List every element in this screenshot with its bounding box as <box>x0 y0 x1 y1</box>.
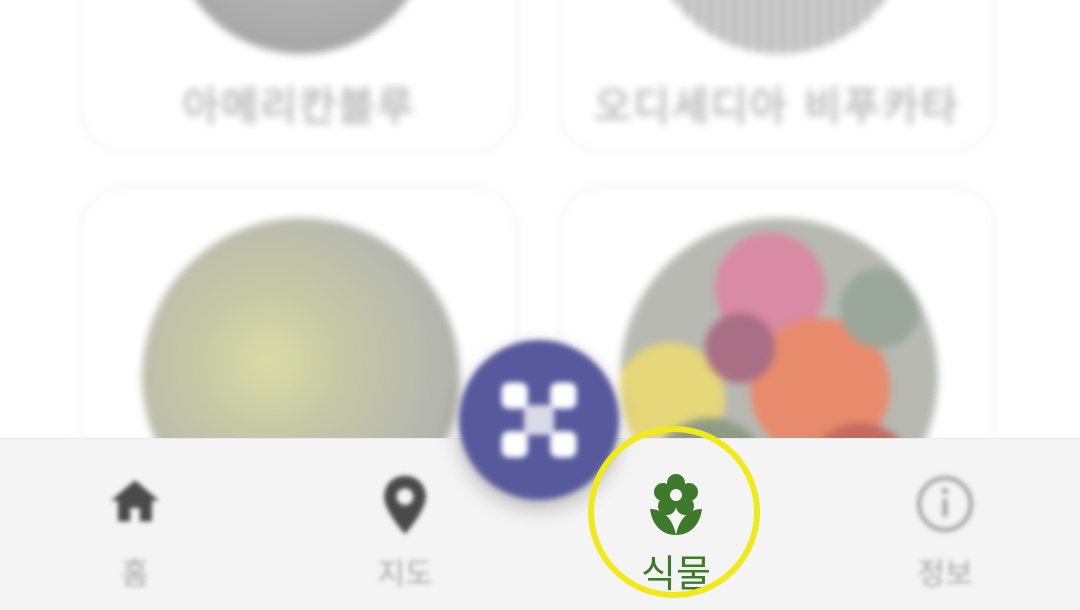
plant-thumbnail <box>648 0 910 54</box>
nav-label-info: 정보 <box>917 557 973 592</box>
nav-label-map: 지도 <box>377 557 433 592</box>
scan-icon <box>501 382 577 458</box>
plant-card-title: 오디세디아 비푸카타 <box>594 84 960 130</box>
nav-item-home[interactable]: 홈 <box>35 439 235 610</box>
plant-card[interactable]: 아메리칸블루 <box>80 0 518 152</box>
home-icon <box>110 480 160 522</box>
plant-thumbnail <box>170 0 432 54</box>
info-icon <box>916 475 974 533</box>
highlight-ring <box>588 426 760 598</box>
map-pin-icon <box>384 475 426 535</box>
plant-card[interactable]: 오디세디아 비푸카타 <box>558 0 996 152</box>
nav-item-info[interactable]: 정보 <box>845 439 1045 610</box>
nav-label-home: 홈 <box>121 557 149 592</box>
plant-card-title: 아메리칸블루 <box>182 84 416 130</box>
